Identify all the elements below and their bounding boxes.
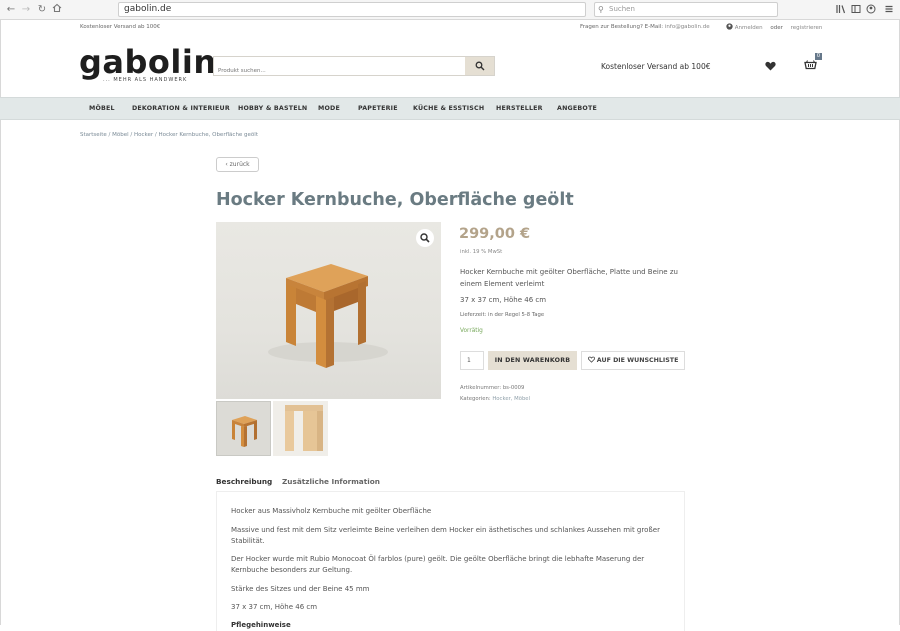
product-thumbnail-1[interactable]	[216, 401, 271, 456]
free-shipping-note: Kostenloser Versand ab 100€	[80, 24, 161, 30]
nav-item-hersteller[interactable]: HERSTELLER	[496, 105, 543, 112]
browser-search-placeholder: Suchen	[609, 5, 635, 13]
search-icon	[475, 61, 485, 71]
add-to-cart-button[interactable]: IN DEN WARENKORB	[488, 351, 577, 370]
description-paragraph: Massive und fest mit dem Sitz verleimte …	[231, 526, 660, 545]
contact-email-link[interactable]: info@gabolin.de	[665, 24, 710, 30]
stool-detail-photo	[285, 405, 323, 451]
nav-item-hobby[interactable]: HOBBY & BASTELN	[238, 105, 307, 112]
stock-status: Vorrätig	[460, 328, 483, 334]
category-links[interactable]: Hocker, Möbel	[492, 396, 530, 402]
nav-item-papeterie[interactable]: PAPETERIE	[358, 105, 398, 112]
or-text: oder	[770, 25, 783, 31]
tab-description[interactable]: Beschreibung	[216, 477, 273, 492]
wishlist-label: AUF DIE WUNSCHLISTE	[596, 357, 679, 364]
wishlist-heart-icon[interactable]	[765, 61, 776, 71]
back-arrow-icon[interactable]: ←	[5, 3, 17, 16]
forward-arrow-icon[interactable]: →	[20, 3, 32, 16]
reload-icon[interactable]: ↻	[36, 3, 48, 16]
library-icon[interactable]	[836, 4, 846, 14]
care-instructions-heading: Pflegehinweise	[231, 621, 291, 629]
description-paragraph: Der Hocker wurde mit Rubio Monocoat Öl f…	[231, 555, 645, 574]
delivery-time: Lieferzeit: in der Regel 5-8 Tage	[460, 312, 545, 318]
shopping-cart-icon[interactable]	[804, 59, 817, 72]
address-bar[interactable]: gabolin.de	[118, 2, 586, 17]
register-link[interactable]: registrieren	[791, 25, 823, 31]
account-links: Anmelden oder registrieren	[726, 23, 822, 31]
zoom-button[interactable]	[416, 229, 434, 247]
top-info-bar: Kostenloser Versand ab 100€ Fragen zur B…	[0, 20, 900, 34]
search-icon: ⚲	[598, 5, 604, 14]
contact-info: Fragen zur Bestellung? E-Mail: info@gabo…	[580, 24, 710, 30]
nav-item-dekoration[interactable]: DEKORATION & INTERIEUR	[132, 105, 230, 112]
magnifier-icon	[420, 233, 430, 243]
back-button[interactable]: ‹ zurück	[216, 157, 259, 172]
login-link[interactable]: Anmelden	[735, 25, 763, 31]
tax-note: inkl. 19 % MwSt	[460, 249, 503, 255]
logo-wordmark: gabolin	[79, 43, 217, 81]
home-icon[interactable]	[51, 3, 63, 16]
product-search-button[interactable]	[465, 57, 494, 75]
sku-line: Artikelnummer: bs-0009	[460, 385, 524, 391]
description-paragraph: 37 x 37 cm, Höhe 46 cm	[231, 603, 318, 611]
sidebar-icon[interactable]	[851, 4, 861, 14]
nav-item-kueche[interactable]: KÜCHE & ESSTISCH	[413, 105, 484, 112]
product-search-input[interactable]	[214, 62, 464, 80]
stool-photo	[268, 264, 388, 368]
categories-label: Kategorien:	[460, 396, 491, 402]
product-dimensions: 37 x 37 cm, Höhe 46 cm	[460, 296, 547, 304]
nav-item-angebote[interactable]: ANGEBOTE	[557, 105, 597, 112]
contact-text: Fragen zur Bestellung? E-Mail:	[580, 24, 664, 30]
site-logo[interactable]: gabolin ... MEHR ALS HANDWERK	[79, 46, 217, 83]
browser-search-field[interactable]: ⚲ Suchen	[594, 2, 778, 17]
categories-line: Kategorien: Hocker, Möbel	[460, 396, 530, 402]
stool-thumbnail-photo	[232, 416, 257, 447]
product-main-image[interactable]	[216, 222, 441, 399]
quantity-input[interactable]: 1	[460, 351, 484, 370]
cart-count-badge: 0	[815, 53, 822, 60]
account-icon[interactable]	[866, 4, 876, 14]
short-description: Hocker Kernbuche mit geölter Oberfläche,…	[460, 268, 678, 288]
chevron-left-icon: ‹	[225, 161, 228, 168]
tab-additional-info[interactable]: Zusätzliche Information	[282, 477, 380, 491]
description-paragraph: Stärke des Sitzes und der Beine 45 mm	[231, 585, 370, 593]
user-icon	[726, 23, 733, 30]
product-thumbnail-2[interactable]	[273, 401, 328, 456]
product-price: 299,00 €	[459, 226, 531, 242]
description-paragraph: Hocker aus Massivholz Kernbuche mit geöl…	[231, 507, 432, 515]
heart-outline-icon	[587, 356, 595, 363]
product-title: Hocker Kernbuche, Oberfläche geölt	[216, 190, 574, 210]
main-navigation: MÖBEL DEKORATION & INTERIEUR HOBBY & BAS…	[0, 97, 900, 120]
browser-toolbar: ← → ↻ gabolin.de ⚲ Suchen	[0, 0, 900, 20]
header-shipping-info: Kostenloser Versand ab 100€	[601, 62, 711, 71]
breadcrumb[interactable]: Startseite / Möbel / Hocker / Hocker Ker…	[80, 132, 258, 138]
nav-item-moebel[interactable]: MÖBEL	[89, 105, 115, 112]
back-button-label: zurück	[229, 161, 250, 168]
description-panel: Hocker aus Massivholz Kernbuche mit geöl…	[216, 491, 685, 631]
sku-value: bs-0009	[502, 385, 525, 391]
product-search	[213, 56, 495, 80]
nav-item-mode[interactable]: MODE	[318, 105, 340, 112]
menu-icon[interactable]	[884, 4, 894, 14]
sku-label: Artikelnummer:	[460, 385, 502, 391]
add-to-wishlist-button[interactable]: AUF DIE WUNSCHLISTE	[581, 351, 685, 370]
